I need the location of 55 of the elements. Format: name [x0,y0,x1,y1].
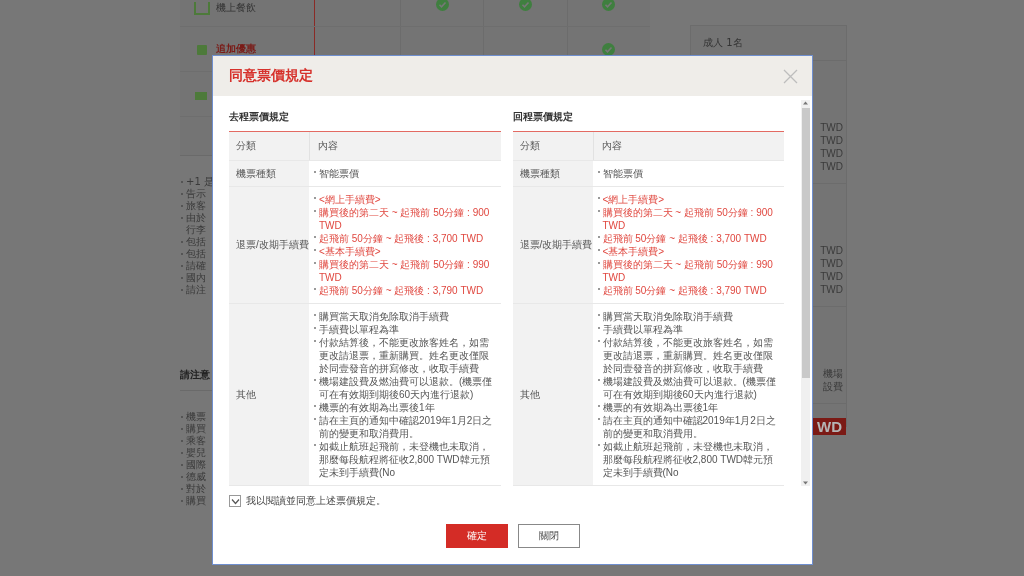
rule-text: 購買後的第二天 ~ 起飛前 50分鐘 : 990 TWD [602,258,774,284]
agree-checkbox[interactable] [229,495,241,507]
rule-text: 購買後的第二天 ~ 起飛前 50分鐘 : 990 TWD [319,258,491,284]
section-title: 回程票價規定 [512,110,574,124]
rule-text: 起飛前 50分鐘 ~ 起飛後 : 3,700 TWD [602,232,767,245]
category-cell: 退票/改期手續費 [512,187,593,303]
dialog-title: 同意票價規定 [229,67,313,85]
rule-text: <基本手續費> [602,245,665,258]
rule-text: 智能票價 [602,167,643,180]
rule-text: <基本手續費> [319,245,381,258]
rule-text: 如截止航班起飛前，未登機也未取消，那麼每段航程將征收2,800 TWD韓元預定未到手續費(No [602,440,775,479]
rule-text: 購買當天取消免除取消手續費 [319,310,449,323]
rule-text: 智能票價 [319,167,359,180]
rule-text: 起飛前 50分鐘 ~ 起飛後 : 3,700 TWD [319,232,484,245]
rule-text: 手續費以單程為準 [319,323,399,336]
fare-amount: TWD [820,160,843,173]
category-cell: 其他 [512,304,593,485]
scroll-up-icon[interactable] [801,100,810,106]
note-text: 旅客 [186,200,206,212]
column-header: 分類 [229,132,309,160]
rule-text: 機票的有效期為出票後1年 [602,401,719,414]
column-header: 內容 [309,132,501,160]
rule-text: 購買後的第二天 ~ 起飛前 50分鐘 : 900 TWD [319,206,491,232]
rule-text: 請在主頁的通知中確認2019年1月2日之前的變更和取消費用。 [319,414,494,440]
rule-text: 購買當天取消免除取消手續費 [602,310,733,323]
rule-text: 起飛前 50分鐘 ~ 起飛後 : 3,790 TWD [319,284,484,297]
column-header: 分類 [512,132,593,160]
rule-text: 手續費以單程為準 [602,323,683,336]
scrollbar[interactable] [801,100,810,486]
fare-amount: TWD [820,270,843,283]
note-text: +1 是 [186,176,214,188]
column-header: 內容 [592,132,784,160]
note-text: 乘客 [186,435,206,447]
rule-text: 起飛前 50分鐘 ~ 起飛後 : 3,790 TWD [602,284,767,297]
category-cell: 機票種類 [229,161,309,186]
category-cell: 機票種類 [512,161,593,186]
agree-label: 我以閱讀並同意上述票價規定。 [246,494,386,508]
fare-amount: TWD [820,283,843,296]
category-cell: 退票/改期手續費 [229,187,309,303]
fare-amount: TWD [820,147,843,160]
rule-text: 購買後的第二天 ~ 起飛前 50分鐘 : 900 TWD [602,206,774,232]
fare-amount: TWD [820,257,843,270]
close-dialog-button[interactable]: 關閉 [517,524,580,548]
scroll-down-icon[interactable] [801,480,810,486]
rule-text: <網上手續費> [602,193,665,206]
service-label: 追加優惠 [215,42,256,56]
fare-amount: TWD [820,121,843,134]
category-cell: 其他 [229,304,309,485]
rule-text: 如截止航班起飛前，未登機也未取消，那麼每段航程將征收2,800 TWD韓元預定未到手續費(No [319,440,491,479]
fare-amount: TWD [820,244,843,257]
confirm-button[interactable]: 確定 [445,524,508,548]
fare-amount: TWD [820,134,843,147]
section-title: 去程票價規定 [229,110,290,124]
rule-text: 機票的有效期為出票後1年 [319,401,435,414]
rule-text: <網上手續費> [319,193,381,206]
